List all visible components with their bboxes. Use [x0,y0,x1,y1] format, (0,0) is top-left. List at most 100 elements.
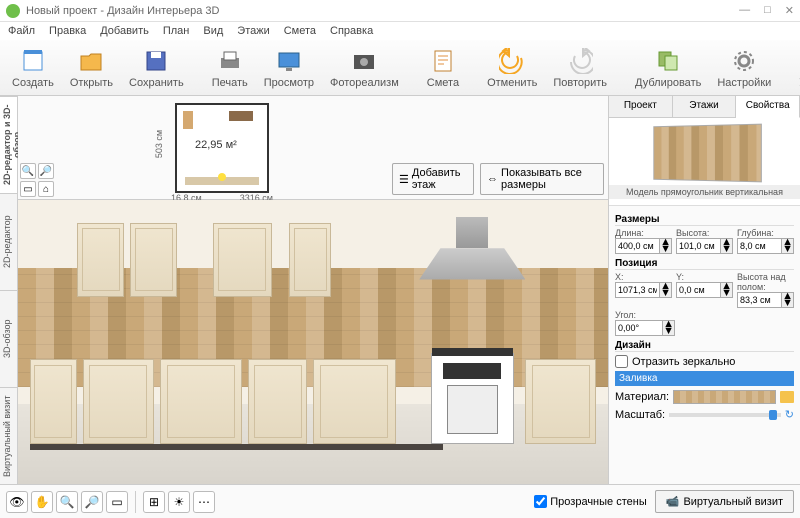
camera-icon: 📹 [666,495,680,508]
room-area-label: 22,95 м² [195,139,237,151]
virtual-visit-button[interactable]: 📹 Виртуальный визит [655,490,794,513]
zoom-in-button[interactable]: 🔍 [20,163,36,179]
sb-more-button[interactable]: ⋯ [193,491,215,513]
tb-label: Повторить [553,77,607,89]
fit-button[interactable]: ▭ [20,181,36,197]
menu-справка[interactable]: Справка [330,25,373,37]
close-button[interactable]: ✕ [785,4,794,17]
sb-light-button[interactable]: ☀ [168,491,190,513]
app-icon [6,4,20,18]
x-spin[interactable]: ▲▼ [660,282,672,298]
length-input[interactable] [615,238,660,254]
material-label: Материал: [615,391,669,403]
tb-open-button[interactable]: Открыть [64,45,119,91]
home-button[interactable]: ⌂ [38,181,54,197]
sb-eye-button[interactable]: 👁 [6,491,28,513]
length-spin[interactable]: ▲▼ [660,238,672,254]
fill-row[interactable]: Заливка [615,371,794,386]
tb-label: Дублировать [635,77,701,89]
tb-label: Сохранить [129,77,184,89]
screen-icon [275,47,303,75]
undo-icon [498,47,526,75]
show-dims-button[interactable]: ⇔ Показывать все размеры [480,163,604,195]
hfloor-spin[interactable]: ▲▼ [782,292,794,308]
statusbar: 👁 ✋ 🔍 🔎 ▭ ⊞ ☀ ⋯ Прозрачные стены 📹 Вирту… [0,484,800,518]
tb-redo-button[interactable]: Повторить [547,45,613,91]
sb-zoomout-button[interactable]: 🔎 [81,491,103,513]
sb-hand-button[interactable]: ✋ [31,491,53,513]
tb-estimate-button[interactable]: Смета [421,45,465,91]
scale-slider[interactable] [669,413,781,417]
menu-план[interactable]: План [163,25,190,37]
dim-vertical: 503 см [154,130,164,158]
menu-файл[interactable]: Файл [8,25,35,37]
angle-input[interactable] [615,320,663,336]
mirror-checkbox-row[interactable]: Отразить зеркально [615,355,794,368]
height-input[interactable] [676,238,721,254]
floorplan[interactable]: 22,95 м² 503 см 16,8 см 3316 см [175,103,269,193]
menu-правка[interactable]: Правка [49,25,86,37]
save-icon [142,47,170,75]
side-tab-1[interactable]: 2D-редактор [0,193,17,290]
tb-help-button[interactable]: ?Учебник [793,45,800,91]
depth-spin[interactable]: ▲▼ [782,238,794,254]
gear-icon [730,47,758,75]
height-spin[interactable]: ▲▼ [721,238,733,254]
tb-label: Смета [427,77,459,89]
menu-вид[interactable]: Вид [203,25,223,37]
tb-undo-button[interactable]: Отменить [481,45,543,91]
right-tabs: ПроектЭтажиСвойства [609,96,800,118]
maximize-button[interactable]: □ [764,4,771,17]
tb-label: Печать [212,77,248,89]
tb-save-button[interactable]: Сохранить [123,45,190,91]
section-design: Дизайн [615,340,794,352]
side-tab-2[interactable]: 3D-обзор [0,290,17,387]
folder-icon[interactable] [780,391,794,403]
dup-icon [654,47,682,75]
material-swatch[interactable] [673,390,776,404]
right-tab-этажи[interactable]: Этажи [673,96,737,117]
menu-смета[interactable]: Смета [284,25,316,37]
tb-screen-button[interactable]: Просмотр [258,45,320,91]
transparent-walls-checkbox[interactable] [534,495,547,508]
tb-label: Отменить [487,77,537,89]
photo-icon [350,47,378,75]
y-spin[interactable]: ▲▼ [721,282,733,298]
reset-icon[interactable]: ↻ [785,408,794,421]
depth-input[interactable] [737,238,782,254]
sb-grid-button[interactable]: ⊞ [143,491,165,513]
right-tab-проект[interactable]: Проект [609,96,673,117]
right-tab-свойства[interactable]: Свойства [736,96,800,118]
zoom-out-button[interactable]: 🔎 [38,163,54,179]
transparent-label: Прозрачные стены [550,496,646,508]
titlebar: Новый проект - Дизайн Интерьера 3D — □ ✕ [0,0,800,22]
tb-new-button[interactable]: Создать [6,45,60,91]
angle-spin[interactable]: ▲▼ [663,320,675,336]
open-icon [77,47,105,75]
section-position: Позиция [615,258,794,270]
tb-photo-button[interactable]: Фотореализм [324,45,405,91]
floorplan-area[interactable]: 22,95 м² 503 см 16,8 см 3316 см [56,96,388,199]
side-tabs: 2D-редактор и 3D-обзор2D-редактор3D-обзо… [0,96,18,484]
x-input[interactable] [615,282,660,298]
3d-viewport[interactable] [18,200,608,484]
tb-dup-button[interactable]: Дублировать [629,45,707,91]
menu-добавить[interactable]: Добавить [100,25,149,37]
side-tab-0[interactable]: 2D-редактор и 3D-обзор [0,96,17,193]
y-input[interactable] [676,282,721,298]
sb-fit-button[interactable]: ▭ [106,491,128,513]
tb-gear-button[interactable]: Настройки [711,45,777,91]
preview-label: Модель прямоугольник вертикальная [609,185,800,199]
side-tab-3[interactable]: Виртуальный визит [0,387,17,484]
add-floor-button[interactable]: ☰ Добавить этаж [392,163,474,195]
add-floor-label: Добавить этаж [412,167,467,191]
menu-этажи[interactable]: Этажи [237,25,269,37]
hfloor-input[interactable] [737,292,782,308]
sb-zoomin-button[interactable]: 🔍 [56,491,78,513]
toolbar: СоздатьОткрыть Сохранить Печать ПросмотрФот… [0,40,800,96]
transparent-walls-check[interactable]: Прозрачные стены [534,495,646,508]
tb-print-button[interactable]: Печать [206,45,254,91]
mirror-checkbox[interactable] [615,355,628,368]
minimize-button[interactable]: — [739,4,750,17]
scale-label: Масштаб: [615,409,665,421]
